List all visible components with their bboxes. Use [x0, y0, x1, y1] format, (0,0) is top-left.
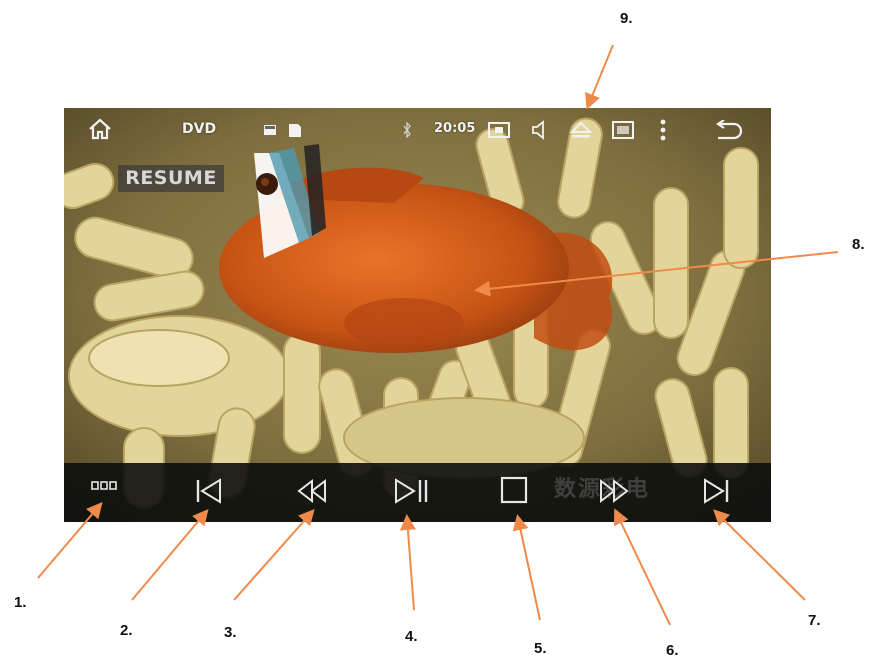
next-icon[interactable]	[696, 476, 736, 508]
stop-icon[interactable]	[494, 476, 534, 508]
source-label: DVD	[182, 121, 217, 137]
annotation-5: 5.	[534, 640, 547, 657]
arrow-6	[613, 508, 671, 626]
arrow-9	[585, 44, 614, 110]
picture-icon[interactable]	[612, 121, 634, 139]
cast-icon[interactable]	[488, 121, 510, 139]
annotation-3: 3.	[224, 624, 237, 641]
playback-control-bar: 数源彩电	[64, 463, 771, 522]
menu-dots-icon[interactable]	[84, 480, 124, 512]
annotation-7: 7.	[808, 612, 821, 629]
arrow-4	[399, 514, 416, 611]
arrow-5	[512, 514, 541, 621]
eject-icon[interactable]	[570, 121, 592, 139]
arrow-7	[713, 509, 806, 601]
status-bar: DVD 20:05	[64, 108, 771, 152]
annotation-9: 9.	[620, 10, 633, 27]
video-player-screen: DVD 20:05 RESUME 数源彩电	[64, 108, 771, 522]
back-arrow-icon[interactable]	[714, 120, 744, 140]
home-icon[interactable]	[88, 118, 112, 140]
annotation-6: 6.	[666, 642, 679, 659]
more-menu-icon[interactable]	[660, 119, 666, 141]
annotation-4: 4.	[405, 628, 418, 645]
bluetooth-icon	[402, 122, 412, 138]
volume-icon[interactable]	[532, 120, 546, 140]
annotation-1: 1.	[14, 594, 27, 611]
arrow-3	[233, 509, 315, 601]
sd-card-icon	[264, 122, 304, 138]
previous-icon[interactable]	[189, 476, 229, 508]
play-pause-icon[interactable]	[392, 476, 432, 508]
annotation-2: 2.	[120, 622, 133, 639]
resume-label[interactable]: RESUME	[118, 165, 224, 192]
fast-forward-icon[interactable]	[594, 476, 634, 508]
annotation-8: 8.	[852, 236, 865, 253]
clock: 20:05	[434, 121, 476, 136]
rewind-icon[interactable]	[292, 476, 332, 508]
arrow-2	[131, 508, 209, 601]
